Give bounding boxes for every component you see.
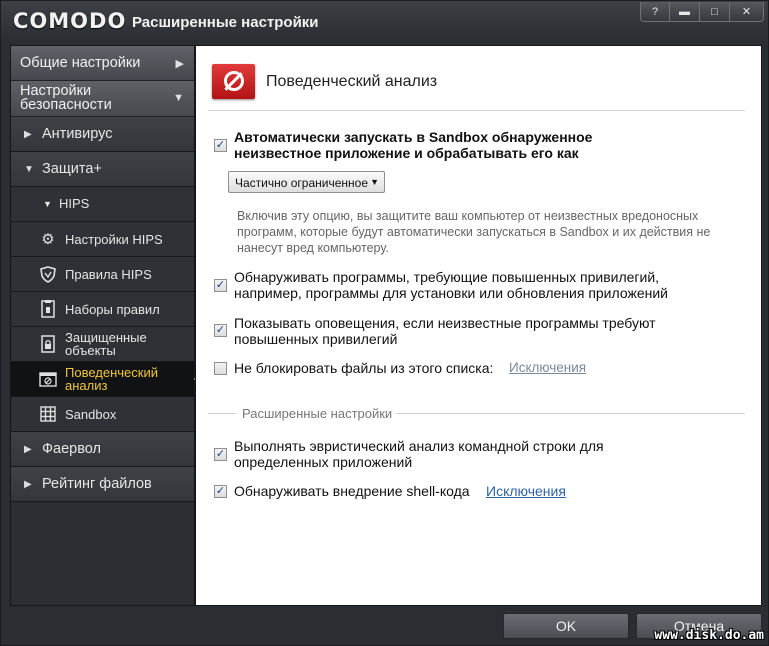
maximize-button[interactable]: □ bbox=[699, 2, 729, 21]
heuristic-cmd-line1: Выполнять эвристический анализ командной… bbox=[234, 438, 604, 454]
sidebar: Общие настройки ▶ Настройки безопасности… bbox=[10, 45, 203, 606]
detect-elevated-line2: например, программы для установки или об… bbox=[234, 285, 668, 301]
sidebar-item-label: Рейтинг файлов bbox=[42, 476, 152, 492]
restriction-select-value: Частично ограниченное bbox=[235, 176, 369, 190]
settings-window: COMODO Расширенные настройки ? ▬ □ ✕ Общ… bbox=[0, 0, 769, 646]
header-divider bbox=[208, 110, 745, 111]
shellcode-label: Обнаруживать внедрение shell-кода bbox=[234, 483, 470, 499]
chevron-down-icon: ▼ bbox=[24, 164, 34, 175]
ruleset-icon bbox=[39, 300, 57, 318]
detect-elevated-line1: Обнаруживать программы, требующие повыше… bbox=[234, 269, 660, 285]
main-panel: Поведенческий анализ ✓ Автоматически зап… bbox=[195, 45, 762, 606]
sidebar-item-label: Защищенные объекты bbox=[65, 330, 147, 358]
sidebar-item-label: Sandbox bbox=[65, 407, 117, 422]
chevron-right-icon: ▶ bbox=[24, 129, 32, 140]
behavior-analysis-icon bbox=[39, 370, 57, 388]
ok-button[interactable]: OK bbox=[503, 613, 629, 639]
detect-elevated-checkbox[interactable]: ✓ bbox=[214, 279, 227, 292]
sidebar-item-label: Антивирус bbox=[42, 126, 113, 142]
sidebar-item-label: Общие настройки bbox=[20, 55, 141, 71]
sidebar-item-general[interactable]: Общие настройки ▶ bbox=[11, 46, 194, 81]
dont-block-exclusions-link[interactable]: Исключения bbox=[509, 360, 586, 376]
window-controls: ? ▬ □ ✕ bbox=[640, 2, 764, 22]
auto-sandbox-checkbox[interactable]: ✓ bbox=[214, 139, 227, 152]
chevron-right-icon: ▶ bbox=[175, 58, 184, 70]
sidebar-item-label: Наборы правил bbox=[65, 302, 160, 317]
sidebar-item-label: Настройки безопасности bbox=[20, 83, 112, 113]
sidebar-item-label: Защита+ bbox=[42, 161, 102, 177]
advanced-section-label: Расширенные настройки bbox=[242, 406, 393, 421]
shellcode-exclusions-link[interactable]: Исключения bbox=[486, 483, 566, 499]
section-divider-right bbox=[396, 413, 745, 414]
comodo-logo: COMODO bbox=[13, 9, 127, 33]
sidebar-item-firewall[interactable]: ▶ Фаервол bbox=[11, 432, 194, 467]
sidebar-item-label: Настройки HIPS bbox=[65, 232, 163, 247]
sidebar-item-hips[interactable]: ▼ HIPS bbox=[11, 187, 194, 222]
sidebar-item-security[interactable]: Настройки безопасности ▼ bbox=[11, 81, 194, 117]
title-bar: COMODO Расширенные настройки ? ▬ □ ✕ bbox=[1, 1, 768, 43]
shellcode-checkbox[interactable]: ✓ bbox=[214, 485, 227, 498]
sidebar-item-antivirus[interactable]: ▶ Антивирус bbox=[11, 117, 194, 152]
page-title: Поведенческий анализ bbox=[266, 73, 438, 90]
show-alerts-line1: Показывать оповещения, если неизвестные … bbox=[234, 315, 656, 331]
lock-icon bbox=[39, 335, 57, 353]
chevron-down-icon: ▼ bbox=[43, 199, 52, 209]
sidebar-item-protected[interactable]: Защищенные объекты bbox=[11, 327, 194, 362]
hint-line1: Включив эту опцию, вы защитите ваш компь… bbox=[237, 209, 699, 223]
window-title: Расширенные настройки bbox=[132, 14, 319, 31]
chevron-down-icon: ▼ bbox=[370, 177, 379, 187]
sidebar-item-behavior[interactable]: Поведенческий анализ bbox=[11, 362, 203, 397]
sidebar-item-label: Поведенческий анализ bbox=[65, 365, 158, 393]
close-button[interactable]: ✕ bbox=[729, 2, 763, 21]
sidebar-item-label: HIPS bbox=[59, 196, 90, 211]
behavior-blocker-icon bbox=[212, 64, 255, 99]
chevron-right-icon: ▶ bbox=[24, 479, 32, 490]
show-alerts-checkbox[interactable]: ✓ bbox=[214, 324, 227, 337]
chevron-down-icon: ▼ bbox=[173, 92, 184, 104]
sidebar-item-hips-rules[interactable]: Правила HIPS bbox=[11, 257, 194, 292]
sidebar-item-rulesets[interactable]: Наборы правил bbox=[11, 292, 194, 327]
hint-line2: программ, которые будут автоматически за… bbox=[237, 225, 711, 239]
restriction-select[interactable]: Частично ограниченное ▼ bbox=[228, 171, 385, 193]
minimize-button[interactable]: ▬ bbox=[669, 2, 699, 21]
gear-icon: ⚙ bbox=[41, 231, 55, 248]
section-divider-left bbox=[208, 413, 236, 414]
auto-sandbox-label-line2: неизвестное приложение и обрабатывать ег… bbox=[234, 145, 579, 161]
show-alerts-line2: повышенных привилегий bbox=[234, 331, 398, 347]
hint-line3: нанесут вред компьютеру. bbox=[237, 241, 389, 255]
shield-icon bbox=[39, 265, 57, 283]
sidebar-item-defense[interactable]: ▼ Защита+ bbox=[11, 152, 194, 187]
sidebar-item-sandbox[interactable]: Sandbox bbox=[11, 397, 194, 432]
help-button[interactable]: ? bbox=[641, 2, 669, 21]
dont-block-label: Не блокировать файлы из этого списка: bbox=[234, 360, 494, 376]
sidebar-item-file-rating[interactable]: ▶ Рейтинг файлов bbox=[11, 467, 194, 502]
sidebar-item-hips-settings[interactable]: ⚙ Настройки HIPS bbox=[11, 222, 194, 257]
sidebar-item-label: Фаервол bbox=[42, 441, 101, 457]
heuristic-cmd-checkbox[interactable]: ✓ bbox=[214, 448, 227, 461]
dont-block-checkbox[interactable] bbox=[214, 362, 227, 375]
sidebar-item-label: Правила HIPS bbox=[65, 267, 152, 282]
sandbox-grid-icon bbox=[39, 405, 57, 423]
watermark: www.disk.do.am bbox=[654, 628, 764, 643]
auto-sandbox-label-line1: Автоматически запускать в Sandbox обнару… bbox=[234, 129, 593, 145]
chevron-right-icon: ▶ bbox=[24, 444, 32, 455]
heuristic-cmd-line2: определенных приложений bbox=[234, 454, 413, 470]
